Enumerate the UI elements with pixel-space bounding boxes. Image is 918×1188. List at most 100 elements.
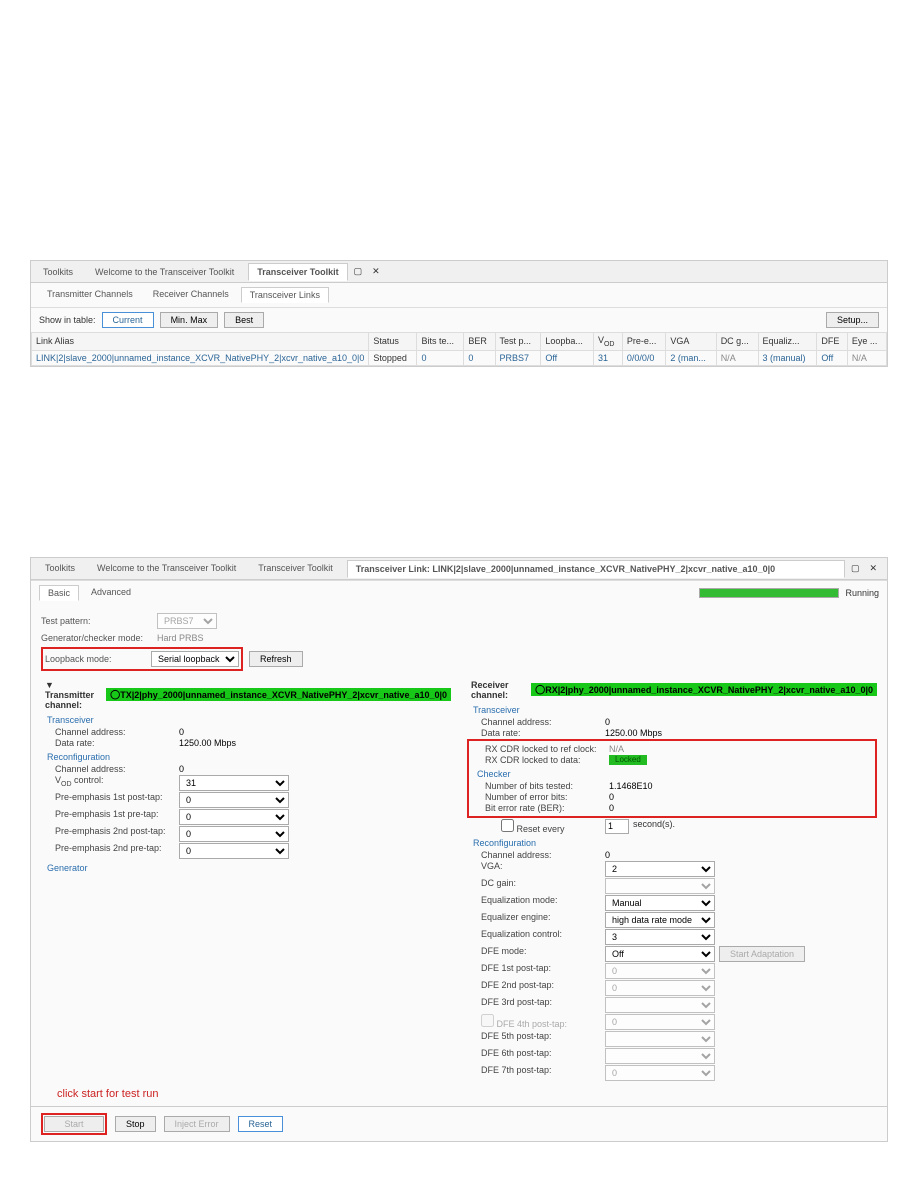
rx-dfe4-select: 0 [605,1014,715,1030]
rx-dcg-label: DC gain: [481,878,601,894]
rx-eqm-select[interactable]: Manual [605,895,715,911]
rx-dfe5-label: DFE 5th post-tap: [481,1031,601,1047]
tx-pre1-select[interactable]: 0 [179,792,289,808]
tx-prep-select[interactable]: 0 [179,809,289,825]
loopback-select[interactable]: Serial loopback [151,651,239,667]
rx-dfe3-label: DFE 3rd post-tap: [481,997,601,1013]
refresh-button[interactable]: Refresh [249,651,303,667]
col-status[interactable]: Status [369,333,417,351]
reset-every-label: Reset every [517,824,565,834]
rx-rechaddr-value: 0 [605,850,610,860]
tx-rate-label: Data rate: [55,738,175,748]
tx-vod-select[interactable]: 31 [179,775,289,791]
cell-vod: 31 [593,350,622,365]
tab-toolkits[interactable]: Toolkits [37,560,83,576]
table-header-row: Link Alias Status Bits te... BER Test p.… [32,333,887,351]
col-testp[interactable]: Test p... [495,333,541,351]
undock-icon[interactable]: ▢ [354,266,363,277]
tab-advanced[interactable]: Advanced [83,585,139,601]
setup-button[interactable]: Setup... [826,312,879,328]
rx-eqm-label: Equalization mode: [481,895,601,911]
test-pattern-select[interactable]: PRBS7 [157,613,217,629]
subtab-links[interactable]: Transceiver Links [241,287,329,303]
col-vga[interactable]: VGA [666,333,716,351]
cell-alias[interactable]: LINK|2|slave_2000|unnamed_instance_XCVR_… [32,350,369,365]
undock-icon[interactable]: ▢ [851,563,860,574]
tab-transceiver-link[interactable]: Transceiver Link: LINK|2|slave_2000|unna… [347,560,845,578]
close-icon[interactable]: ✕ [865,563,881,574]
rx-dfe7-select: 0 [605,1065,715,1081]
rx-chaddr-label: Channel address: [481,717,601,727]
col-ber[interactable]: BER [464,333,495,351]
table-toolbar: Show in table: Current Min. Max Best Set… [31,307,887,332]
rx-eqc-select[interactable]: 3 [605,929,715,945]
start-adaptation-button[interactable]: Start Adaptation [719,946,805,962]
rx-eqe-label: Equalizer engine: [481,912,601,928]
running-label: Running [845,588,879,598]
rx-dfemode-select[interactable]: Off [605,946,715,962]
col-link-alias[interactable]: Link Alias [32,333,369,351]
col-dfe[interactable]: DFE [817,333,848,351]
col-equal[interactable]: Equaliz... [758,333,817,351]
col-pre[interactable]: Pre-e... [622,333,666,351]
minmax-button[interactable]: Min. Max [160,312,219,328]
rx-dfe7-label: DFE 7th post-tap: [481,1065,601,1081]
tx-channel-label: ▼ Transmitter channel: [41,679,106,711]
tab-welcome[interactable]: Welcome to the Transceiver Toolkit [89,560,244,576]
tx-rechaddr-label: Channel address: [55,764,175,774]
tx-pre2p-select[interactable]: 0 [179,843,289,859]
subtab-transmitter[interactable]: Transmitter Channels [39,287,141,303]
tx-channel-band: ◯ TX|2|phy_2000|unnamed_instance_XCVR_Na… [106,688,451,701]
cell-eye: N/A [847,350,886,365]
cell-pre: 0/0/0/0 [622,350,666,365]
tab-welcome[interactable]: Welcome to the Transceiver Toolkit [87,264,242,280]
tx-generator-head: Generator [47,863,451,873]
rx-column: Receiver channel: ◯ RX|2|phy_2000|unname… [467,679,877,1082]
tx-pre2-label: Pre-emphasis 2nd post-tap: [55,826,175,842]
inject-error-button[interactable]: Inject Error [164,1116,230,1132]
detail-body: Test pattern: PRBS7 Generator/checker mo… [31,605,887,1106]
tab-transceiver-toolkit[interactable]: Transceiver Toolkit [248,263,347,281]
stop-button[interactable]: Stop [115,1116,156,1132]
rx-rechaddr-label: Channel address: [481,850,601,860]
rx-cdrdata-label: RX CDR locked to data: [485,755,605,765]
tx-column: ▼ Transmitter channel: ◯ TX|2|phy_2000|u… [41,679,451,1082]
transceiver-link-detail-panel: Toolkits Welcome to the Transceiver Tool… [30,557,888,1142]
start-button[interactable]: Start [44,1116,104,1132]
rx-cdrref-label: RX CDR locked to ref clock: [485,744,605,754]
start-highlight: Start [41,1113,107,1135]
rx-dfe3-select [605,997,715,1013]
loopback-highlight: Loopback mode: Serial loopback [41,647,243,671]
table-row[interactable]: LINK|2|slave_2000|unnamed_instance_XCVR_… [32,350,887,365]
col-dcg[interactable]: DC g... [716,333,758,351]
rx-dfemode-label: DFE mode: [481,946,601,962]
col-eye[interactable]: Eye ... [847,333,886,351]
tx-pre2-select[interactable]: 0 [179,826,289,842]
col-loop[interactable]: Loopba... [541,333,594,351]
col-bits[interactable]: Bits te... [417,333,464,351]
rx-transceiver-head: Transceiver [473,705,877,715]
rx-checker-head: Checker [477,769,873,779]
current-button[interactable]: Current [102,312,154,328]
best-button[interactable]: Best [224,312,264,328]
rx-dfe1-select: 0 [605,963,715,979]
tab-basic[interactable]: Basic [39,585,79,601]
subtab-receiver[interactable]: Receiver Channels [145,287,237,303]
close-icon[interactable]: ✕ [368,266,384,277]
rx-eqe-select[interactable]: high data rate mode [605,912,715,928]
rx-status-highlight: RX CDR locked to ref clock:N/A RX CDR lo… [467,739,877,818]
rx-vga-select[interactable]: 2 [605,861,715,877]
cell-testp: PRBS7 [495,350,541,365]
tab-transceiver-toolkit[interactable]: Transceiver Toolkit [250,560,341,576]
tx-pre1-label: Pre-emphasis 1st post-tap: [55,792,175,808]
click-start-note: click start for test run [57,1088,877,1100]
rx-vga-label: VGA: [481,861,601,877]
reset-every-input[interactable] [605,819,629,834]
tab-toolkits[interactable]: Toolkits [35,264,81,280]
cell-dcg: N/A [716,350,758,365]
tx-rechaddr-value: 0 [179,764,184,774]
reset-every-checkbox[interactable] [501,819,514,832]
rx-rate-label: Data rate: [481,728,601,738]
col-vod[interactable]: VOD [593,333,622,351]
reset-button[interactable]: Reset [238,1116,284,1132]
